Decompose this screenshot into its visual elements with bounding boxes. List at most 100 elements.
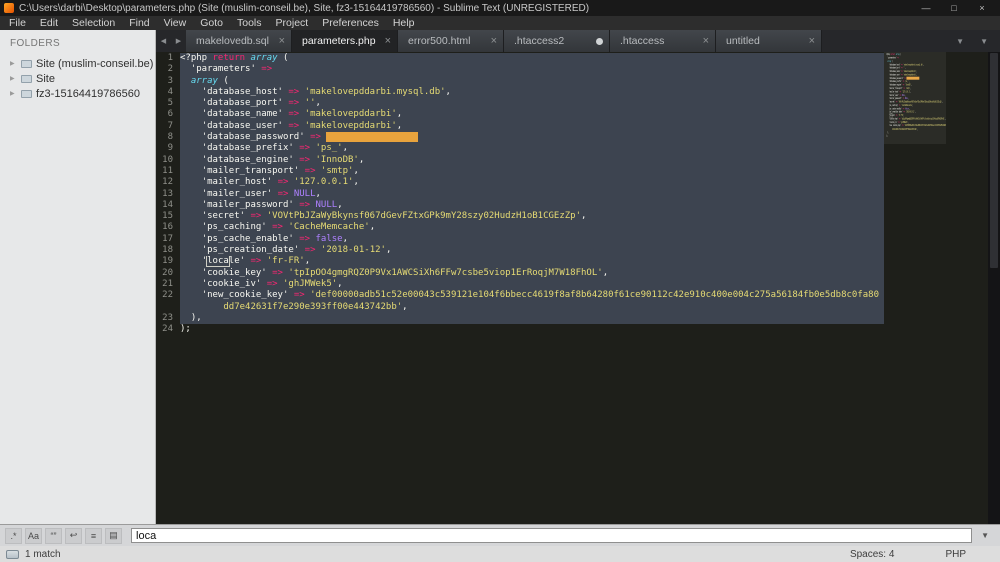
minimize-button[interactable]: — <box>912 0 940 16</box>
vertical-scrollbar[interactable] <box>988 52 1000 524</box>
tab-parameters.php[interactable]: parameters.php× <box>292 30 398 52</box>
line-number: 10 <box>156 155 180 166</box>
tab-scroll-left-icon[interactable]: ◀ <box>156 30 171 52</box>
line-number: 21 <box>156 279 180 290</box>
scrollbar-thumb[interactable] <box>990 53 998 268</box>
tab-.htaccess[interactable]: .htaccess × <box>610 30 716 52</box>
code-line[interactable]: 21 'cookie_iv' => 'ghJMWek5', <box>156 279 884 290</box>
code-line[interactable]: 18 'ps_creation_date' => '2018-01-12', <box>156 245 884 256</box>
maximize-button[interactable]: □ <box>940 0 968 16</box>
code-lines[interactable]: 1<?php return array (2 'parameters' => 3… <box>156 52 884 524</box>
tab-close-icon[interactable]: × <box>279 36 285 46</box>
menu-item-edit[interactable]: Edit <box>33 16 65 30</box>
code-line[interactable]: 4 'database_host' => 'makelovepddarbi.my… <box>156 87 884 98</box>
line-number <box>156 302 180 313</box>
folder-label: Site (muslim-conseil.be) <box>36 58 153 70</box>
tab-error500.html[interactable]: error500.html× <box>398 30 504 52</box>
menu-item-help[interactable]: Help <box>386 16 422 30</box>
code-line[interactable]: 13 'mailer_user' => NULL, <box>156 189 884 200</box>
find-history-dropdown-icon[interactable]: ▼ <box>981 531 995 540</box>
code-line[interactable]: 22 'new_cookie_key' => 'def00000adb51c52… <box>156 290 884 301</box>
tab-menu-icon[interactable]: ▼ <box>980 37 988 46</box>
sublime-logo-icon <box>4 3 14 13</box>
code-line[interactable]: 16 'ps_caching' => 'CacheMemcache', <box>156 222 884 233</box>
sidebar-folder-item[interactable]: ▶ Site (muslim-conseil.be) <box>0 56 155 71</box>
tab-close-icon[interactable]: × <box>809 36 815 46</box>
line-number: 1 <box>156 53 180 64</box>
regex-toggle[interactable]: .* <box>5 528 22 544</box>
line-number: 23 <box>156 313 180 324</box>
menu-item-file[interactable]: File <box>2 16 33 30</box>
chevron-right-icon[interactable]: ▶ <box>10 90 17 97</box>
line-text: 'mailer_transport' => 'smtp', <box>180 166 884 177</box>
tab-close-icon[interactable]: × <box>385 36 391 46</box>
code-line[interactable]: 17 'ps_cache_enable' => false, <box>156 234 884 245</box>
close-button[interactable]: × <box>968 0 996 16</box>
line-text: 'cookie_key' => 'tpIpOO4gmgRQZ0P9Vx1AWCS… <box>180 268 884 279</box>
sidebar-folder-item[interactable]: ▶Site <box>0 71 155 86</box>
indentation-status[interactable]: Spaces: 4 <box>850 549 894 560</box>
highlight-matches-toggle[interactable]: ▤ <box>105 528 122 544</box>
code-line[interactable]: 3 array ( <box>156 76 884 87</box>
code-line[interactable]: 24); <box>156 324 884 335</box>
find-bar: .*Aa“”↩≡▤ ▼ <box>0 524 1000 546</box>
wrap-toggle[interactable]: ↩ <box>65 528 82 544</box>
tab-overflow-icon[interactable]: ▼ <box>956 37 964 46</box>
panel-toggle-icon[interactable] <box>6 550 19 559</box>
tab-label: .htaccess <box>620 35 699 47</box>
line-text: 'database_name' => 'makelovepddarbi', <box>180 109 884 120</box>
in-selection-toggle[interactable]: ≡ <box>85 528 102 544</box>
line-number: 4 <box>156 87 180 98</box>
tab-scroll-right-icon[interactable]: ▶ <box>171 30 186 52</box>
code-line[interactable]: 10 'database_engine' => 'InnoDB', <box>156 155 884 166</box>
line-number: 14 <box>156 200 180 211</box>
sidebar-folder-item[interactable]: ▶fz3-15164419786560 <box>0 86 155 101</box>
chevron-right-icon[interactable]: ▶ <box>10 75 17 82</box>
menu-item-selection[interactable]: Selection <box>65 16 122 30</box>
tab-label: untitled <box>726 35 805 47</box>
menu-item-project[interactable]: Project <box>269 16 316 30</box>
line-number: 22 <box>156 290 180 301</box>
line-number: 11 <box>156 166 180 177</box>
tab-.htaccess2[interactable]: .htaccess2 <box>504 30 610 52</box>
editor-column: ◀ ▶ makelovedb.sql×parameters.php×error5… <box>156 30 1000 524</box>
menu-item-tools[interactable]: Tools <box>230 16 269 30</box>
code-line[interactable]: 9 'database_prefix' => 'ps_', <box>156 143 884 154</box>
code-line[interactable]: 15 'secret' => 'VOVtPbJZaWyBkynsf067dGev… <box>156 211 884 222</box>
code-line[interactable]: 23 ), <box>156 313 884 324</box>
syntax-status[interactable]: PHP <box>945 549 966 560</box>
code-line[interactable]: 12 'mailer_host' => '127.0.0.1', <box>156 177 884 188</box>
tab-close-icon[interactable]: × <box>491 36 497 46</box>
tab-makelovedb.sql[interactable]: makelovedb.sql× <box>186 30 292 52</box>
line-number: 18 <box>156 245 180 256</box>
code-line[interactable]: 20 'cookie_key' => 'tpIpOO4gmgRQZ0P9Vx1A… <box>156 268 884 279</box>
code-line[interactable]: 8 'database_password' => <box>156 132 884 143</box>
code-line[interactable]: dd7e42631f7e290e393ff00e443742bb', <box>156 302 884 313</box>
line-text: 'mailer_user' => NULL, <box>180 189 884 200</box>
menu-item-goto[interactable]: Goto <box>193 16 230 30</box>
code-line[interactable]: 11 'mailer_transport' => 'smtp', <box>156 166 884 177</box>
tab-untitled[interactable]: untitled × <box>716 30 822 52</box>
find-input[interactable] <box>131 528 972 543</box>
menu-item-view[interactable]: View <box>157 16 194 30</box>
minimap-line: ); <box>886 134 894 137</box>
code-line[interactable]: 1<?php return array ( <box>156 53 884 64</box>
code-line[interactable]: 19 'locale' => 'fr-FR', <box>156 256 884 267</box>
line-text: 'ps_creation_date' => '2018-01-12', <box>180 245 884 256</box>
minimap[interactable]: <?php return array ( 'parameters' => arr… <box>884 52 946 524</box>
code-line[interactable]: 14 'mailer_password' => NULL, <box>156 200 884 211</box>
code-line[interactable]: 5 'database_port' => '', <box>156 98 884 109</box>
menu-item-preferences[interactable]: Preferences <box>315 16 386 30</box>
line-number: 16 <box>156 222 180 233</box>
tab-bar-right: ▼ ▼ <box>944 30 1000 52</box>
menu-item-find[interactable]: Find <box>122 16 156 30</box>
folder-icon <box>21 90 32 98</box>
code-line[interactable]: 6 'database_name' => 'makelovepddarbi', <box>156 109 884 120</box>
code-line[interactable]: 7 'database_user' => 'makelovepddarbi', <box>156 121 884 132</box>
case-sensitive-toggle[interactable]: Aa <box>25 528 42 544</box>
whole-word-toggle[interactable]: “” <box>45 528 62 544</box>
tab-close-icon[interactable]: × <box>703 36 709 46</box>
chevron-right-icon[interactable]: ▶ <box>10 60 17 67</box>
code-line[interactable]: 2 'parameters' => <box>156 64 884 75</box>
line-text: ), <box>180 313 884 324</box>
